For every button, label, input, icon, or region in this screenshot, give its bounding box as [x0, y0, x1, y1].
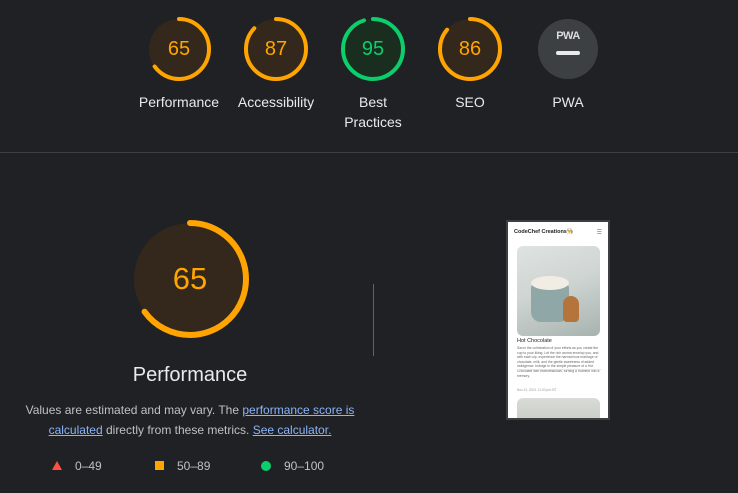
circle-icon — [261, 460, 271, 471]
gauge-label: Accessibility — [237, 94, 315, 110]
legend-range: 50–89 — [177, 458, 211, 473]
gauge-background — [538, 19, 598, 79]
gauge-seo[interactable]: 86 SEO — [420, 16, 520, 112]
gauge-ring: 86 — [437, 16, 503, 82]
gauge-label: Best Practices — [344, 94, 402, 130]
cookie-shape — [563, 296, 579, 322]
gauge-ring: 87 — [243, 16, 309, 82]
legend-item-triangle: 0–49 — [52, 458, 102, 473]
next-post-image — [517, 398, 600, 418]
screenshot-rule — [517, 369, 601, 370]
pwa-dash-icon — [556, 51, 580, 55]
screenshot-post-date: Nov 12, 2023, 11:30 pm IST — [517, 388, 557, 392]
gauge-score: 95 — [361, 38, 385, 60]
category-gauges: 65 Performance 87 Accessibility 95 Best Pract… — [0, 0, 738, 152]
gauge-ring: 95 — [340, 16, 406, 82]
hot-chocolate-image — [517, 246, 600, 336]
foam-shape — [531, 276, 569, 290]
gauge-pwa[interactable]: PWA PWA — [518, 16, 618, 112]
gauge-ring-svg — [538, 19, 598, 79]
gauge-score: 86 — [458, 38, 482, 60]
see-calculator-link[interactable]: See calculator. — [253, 423, 332, 437]
performance-main-gauge: 65 — [128, 217, 252, 341]
gauge-score: 87 — [264, 38, 288, 60]
legend-item-square: 50–89 — [155, 458, 210, 473]
gauge-ring: 65 — [146, 16, 212, 82]
gauge-ring: PWA — [535, 16, 601, 82]
triangle-icon — [52, 461, 62, 471]
square-icon — [155, 461, 164, 471]
screenshot-post-title: Hot Chocolate — [517, 338, 552, 344]
menu-icon: ☰ — [596, 230, 602, 236]
section-divider — [0, 152, 738, 153]
screenshot-post-text: Savor the culmination of your efforts as… — [517, 346, 600, 378]
gauge-label: Performance — [138, 94, 220, 110]
desc-text-1: Values are estimated and may vary. The — [25, 403, 243, 417]
legend-range: 0–49 — [75, 458, 102, 473]
gauge-label: PWA — [552, 94, 584, 110]
gauge-performance[interactable]: 65 Performance — [129, 16, 229, 112]
gauge-score: 65 — [167, 38, 191, 60]
gauge-label: SEO — [455, 94, 485, 110]
legend-item-circle: 90–100 — [261, 458, 324, 473]
performance-description: Values are estimated and may vary. The p… — [20, 400, 360, 440]
screenshot-brand: CodeChef Creations👨‍🍳 — [514, 229, 574, 235]
legend-range: 90–100 — [284, 458, 325, 473]
performance-title: Performance — [132, 364, 248, 386]
gauge-accessibility[interactable]: 87 Accessibility — [226, 16, 326, 112]
performance-main-score: 65 — [172, 261, 208, 296]
pwa-badge-icon: PWA — [556, 30, 580, 42]
vertical-divider — [373, 284, 374, 356]
desc-text-2: directly from these metrics. — [102, 423, 253, 437]
page-screenshot-thumbnail[interactable]: CodeChef Creations👨‍🍳 ☰ Hot Chocolate Sa… — [506, 220, 610, 420]
gauge-best-practices[interactable]: 95 Best Practices — [323, 16, 423, 132]
